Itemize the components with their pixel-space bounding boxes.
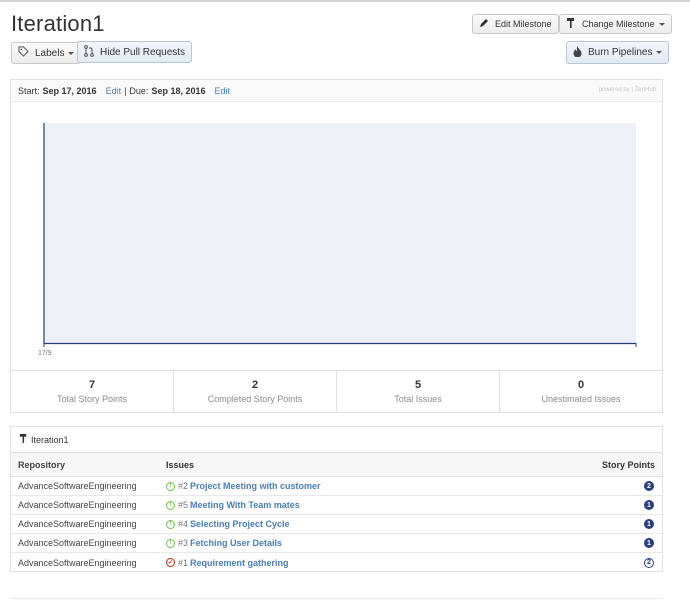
start-date-prefix: Start:: [18, 85, 40, 96]
start-date-value: Sep 17, 2016: [42, 85, 97, 96]
story-points-cell: 2: [572, 557, 662, 568]
table-row: AdvanceSoftwareEngineering ! #2 Project …: [11, 477, 662, 496]
pencil-icon: [479, 18, 489, 31]
edit-due-date-link[interactable]: Edit: [214, 86, 230, 96]
closed-issue-icon: ✓: [166, 558, 175, 567]
issue-number: #2: [178, 481, 189, 491]
stat-total-issues: 5 Total Issues: [337, 371, 500, 412]
milestone-icon: [566, 17, 576, 31]
stat-label: Completed Story Points: [207, 394, 303, 404]
milestone-issues-table: Iteration1 Repository Issues Story Point…: [10, 426, 663, 572]
top-divider: [0, 0, 690, 2]
burndown-panel: Start: Sep 17, 2016 Edit | Due: Sep 18, …: [10, 79, 663, 413]
milestone-icon: [19, 433, 28, 446]
stat-unestimated-issues: 0 Unestimated Issues: [500, 371, 662, 412]
stat-value: 5: [414, 379, 422, 391]
stat-completed-story-points: 2 Completed Story Points: [174, 371, 337, 412]
burn-pipelines-label: Burn Pipelines: [588, 47, 653, 58]
hide-pull-requests-button[interactable]: Hide Pull Requests: [77, 41, 193, 63]
burn-pipelines-button[interactable]: Burn Pipelines: [566, 41, 670, 64]
issue-cell: ✓ #1 Requirement gathering: [166, 558, 572, 568]
story-points-cell: 1: [572, 519, 662, 529]
issue-cell: ! #3 Fetching User Details: [166, 538, 572, 548]
issue-number: #4: [178, 519, 189, 529]
milestone-stats: 7 Total Story Points 2 Completed Story P…: [11, 370, 662, 412]
open-issue-icon: !: [166, 500, 175, 510]
edit-milestone-label: Edit Milestone: [495, 19, 552, 29]
table-column-headers: Repository Issues Story Points: [11, 453, 662, 477]
table-row: AdvanceSoftwareEngineering ✓ #1 Requirem…: [11, 553, 662, 572]
stat-value: 2: [251, 379, 259, 391]
story-points-badge: 1: [644, 500, 654, 510]
repo-name[interactable]: AdvanceSoftwareEngineering: [11, 538, 166, 548]
issue-title-link[interactable]: Fetching User Details: [190, 538, 282, 548]
date-separator: |: [124, 85, 127, 96]
due-date-prefix: Due:: [129, 85, 149, 96]
issue-number: #5: [178, 500, 189, 510]
table-milestone-header: Iteration1: [11, 427, 662, 453]
repo-name[interactable]: AdvanceSoftwareEngineering: [11, 519, 166, 529]
chevron-down-icon: [68, 51, 75, 55]
story-points-cell: 1: [572, 538, 662, 548]
milestone-dates-bar: Start: Sep 17, 2016 Edit | Due: Sep 18, …: [11, 80, 662, 102]
due-date-value: Sep 18, 2016: [151, 85, 206, 96]
story-points-badge: 2: [644, 481, 654, 491]
open-issue-icon: !: [166, 538, 175, 548]
issue-cell: ! #5 Meeting With Team mates: [166, 500, 572, 510]
issue-cell: ! #2 Project Meeting with customer: [166, 481, 572, 491]
story-points-badge: 2: [644, 557, 654, 568]
chevron-down-icon: [658, 22, 665, 26]
stat-label: Total Issues: [394, 394, 442, 404]
stat-value: 7: [88, 379, 96, 391]
open-issue-icon: !: [166, 519, 175, 529]
table-row: AdvanceSoftwareEngineering ! #5 Meeting …: [11, 496, 662, 515]
stat-label: Unestimated Issues: [541, 394, 621, 404]
edit-milestone-button[interactable]: Edit Milestone: [472, 14, 559, 34]
issue-title-link[interactable]: Meeting With Team mates: [190, 500, 300, 510]
labels-button-label: Labels: [35, 47, 65, 59]
stat-label: Total Story Points: [56, 394, 128, 404]
flame-icon: [573, 45, 582, 60]
burndown-chart: 17/9: [38, 123, 637, 357]
hide-pull-requests-label: Hide Pull Requests: [100, 46, 186, 58]
issue-number: #1: [178, 557, 189, 568]
powered-by-zenhub: powered by | ZenHub: [598, 87, 656, 93]
change-milestone-label: Change Milestone: [582, 19, 655, 29]
edit-start-date-link[interactable]: Edit: [106, 86, 122, 96]
table-row: AdvanceSoftwareEngineering ! #4 Selectin…: [11, 515, 662, 534]
story-points-badge: 1: [644, 538, 654, 548]
issue-title-link[interactable]: Requirement gathering: [190, 558, 289, 568]
open-issue-icon: !: [166, 481, 175, 491]
tag-icon: [18, 46, 29, 60]
story-points-cell: 1: [572, 500, 662, 510]
issue-title-link[interactable]: Project Meeting with customer: [190, 481, 321, 491]
bottom-divider: [10, 598, 663, 599]
issue-cell: ! #4 Selecting Project Cycle: [166, 519, 572, 529]
story-points-badge: 1: [644, 519, 654, 529]
column-repository[interactable]: Repository: [11, 460, 166, 470]
change-milestone-button[interactable]: Change Milestone: [559, 14, 672, 34]
labels-button[interactable]: Labels: [11, 42, 82, 64]
x-tick-label: 17/9: [38, 350, 52, 357]
table-milestone-label: Iteration1: [31, 434, 69, 445]
column-issues[interactable]: Issues: [166, 460, 572, 470]
page-title: Iteration1: [11, 11, 105, 36]
story-points-cell: 2: [572, 481, 662, 491]
pull-request-icon: [84, 44, 94, 60]
stat-total-story-points: 7 Total Story Points: [11, 371, 174, 412]
issue-number: #3: [178, 538, 189, 548]
repo-name[interactable]: AdvanceSoftwareEngineering: [11, 558, 166, 568]
repo-name[interactable]: AdvanceSoftwareEngineering: [11, 500, 166, 510]
issue-title-link[interactable]: Selecting Project Cycle: [190, 519, 290, 529]
chart-plot-area: [44, 123, 636, 343]
stat-value: 0: [577, 379, 585, 391]
column-story-points[interactable]: Story Points: [572, 460, 662, 470]
repo-name[interactable]: AdvanceSoftwareEngineering: [11, 481, 166, 491]
chevron-down-icon: [656, 51, 663, 54]
table-row: AdvanceSoftwareEngineering ! #3 Fetching…: [11, 534, 662, 553]
